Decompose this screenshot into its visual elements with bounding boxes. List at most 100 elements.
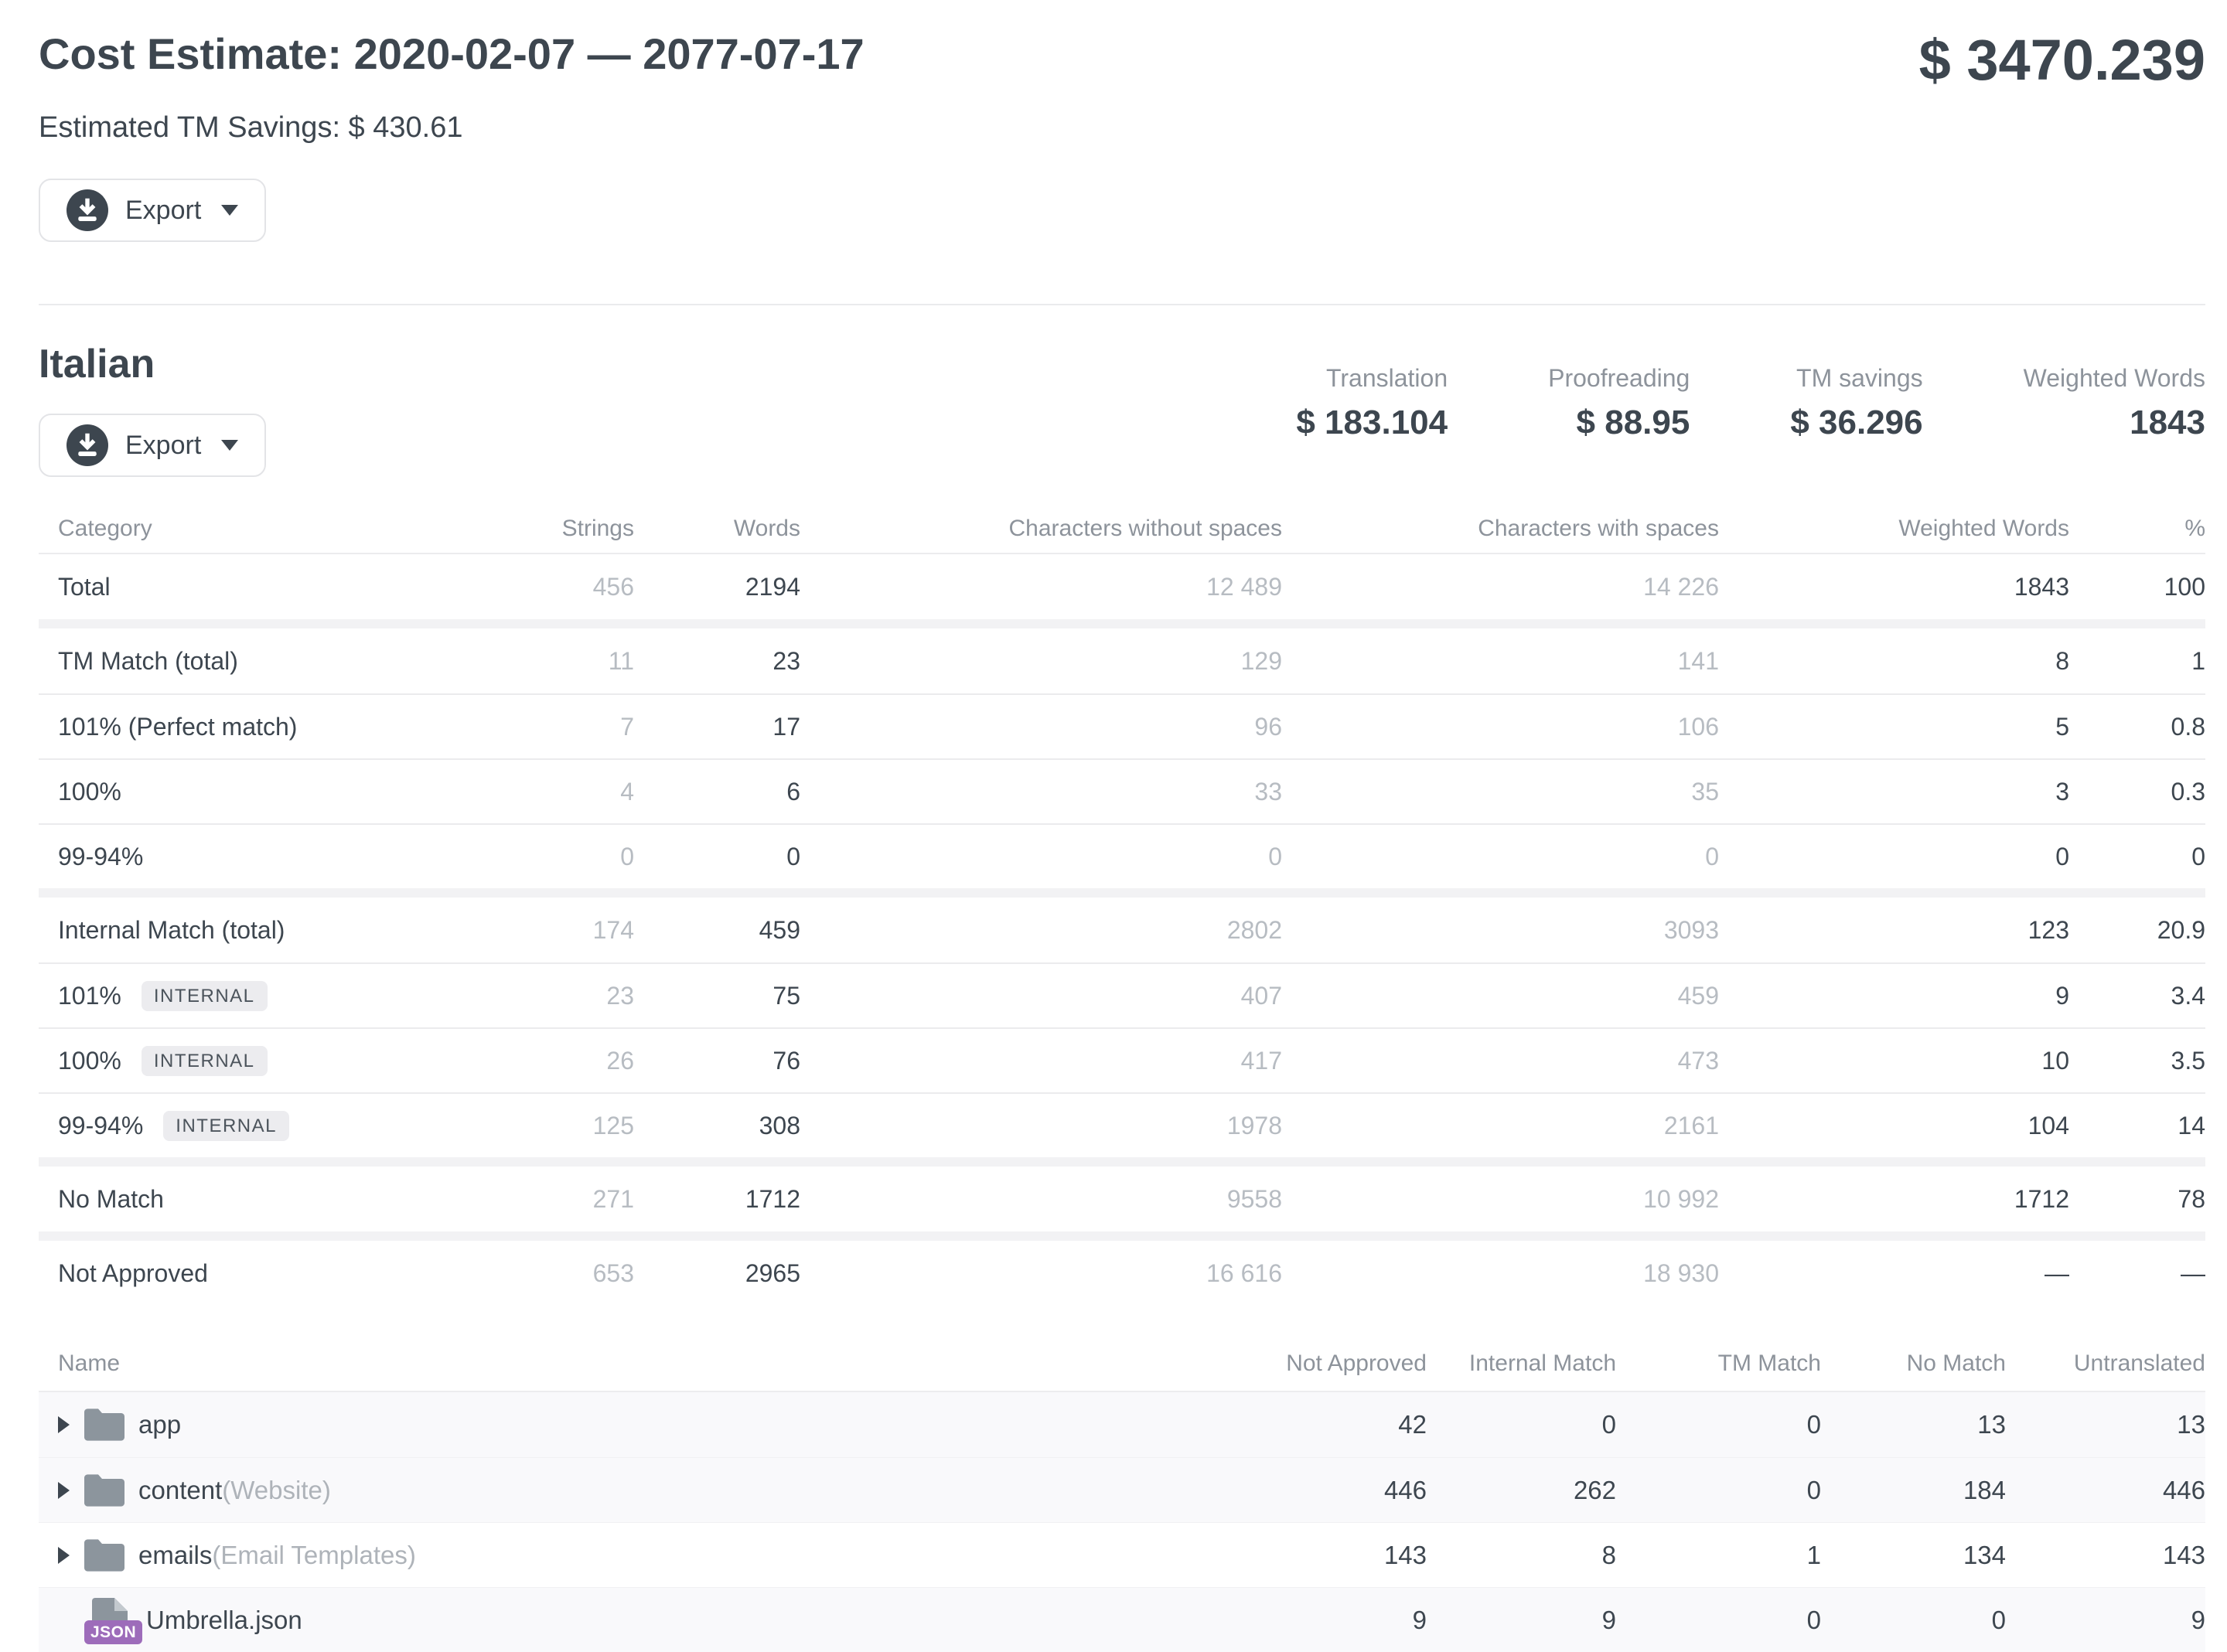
cell-words: 6	[634, 778, 800, 806]
cell-percent: 20.9	[2069, 916, 2205, 945]
cell-chars-with-spaces: 14 226	[1282, 573, 1719, 601]
cell-strings: 4	[425, 778, 634, 806]
table-row: 101%INTERNAL237540745993.4	[39, 962, 2205, 1027]
file-row[interactable]: JSONUmbrella.json99009	[39, 1587, 2205, 1652]
cell-strings: 174	[425, 916, 634, 945]
category-table: CategoryStringsWordsCharacters without s…	[39, 505, 2205, 1306]
category-table-header-row: CategoryStringsWordsCharacters without s…	[39, 505, 2205, 554]
category-cell: Internal Match (total)	[58, 916, 425, 945]
file-name-suffix: (Website)	[222, 1476, 331, 1505]
files-table: NameNot ApprovedInternal MatchTM MatchNo…	[39, 1337, 2205, 1652]
expand-caret-icon[interactable]	[58, 1416, 70, 1433]
category-label: 101%	[58, 982, 121, 1010]
stat-translation: Translation $ 183.104	[1296, 364, 1448, 442]
page-header: Cost Estimate: 2020-02-07 — 2077-07-17 $…	[39, 0, 2205, 91]
cell-strings: 23	[425, 982, 634, 1010]
table-row: 99-94%000000	[39, 823, 2205, 888]
cell-chars-with-spaces: 3093	[1282, 916, 1719, 945]
folder-icon	[84, 1538, 124, 1572]
expand-caret-icon[interactable]	[58, 1482, 70, 1499]
file-name: content	[138, 1476, 222, 1505]
file-cell-untranslated: 446	[2006, 1476, 2205, 1505]
cell-words: 2194	[634, 573, 800, 601]
cell-chars-without-spaces: 16 616	[800, 1259, 1282, 1288]
cell-chars-without-spaces: 1978	[800, 1112, 1282, 1140]
header-cell-untranslated: Untranslated	[2006, 1351, 2205, 1377]
category-label: Not Approved	[58, 1259, 208, 1288]
file-row[interactable]: app42001313	[39, 1392, 2205, 1457]
download-icon	[67, 424, 108, 466]
cell-weighted-words: 104	[1719, 1112, 2069, 1140]
cell-chars-with-spaces: 35	[1282, 778, 1719, 806]
cell-strings: 456	[425, 573, 634, 601]
category-label: 99-94%	[58, 843, 143, 871]
category-label: Internal Match (total)	[58, 916, 285, 945]
cell-chars-without-spaces: 33	[800, 778, 1282, 806]
cell-words: 17	[634, 713, 800, 741]
cell-strings: 653	[425, 1259, 634, 1288]
file-cell-not-approved: 42	[1195, 1410, 1427, 1439]
table-row: TM Match (total)112312914181	[39, 628, 2205, 693]
cell-words: 2965	[634, 1259, 800, 1288]
export-button-language[interactable]: Export	[39, 414, 266, 477]
download-icon	[67, 189, 108, 231]
table-row: Internal Match (total)174459280230931232…	[39, 898, 2205, 962]
cell-weighted-words: 123	[1719, 916, 2069, 945]
language-section-header: Italian Export Translation $ 183.104 Pro…	[39, 341, 2205, 477]
caret-down-icon	[221, 440, 238, 451]
export-button-top[interactable]: Export	[39, 179, 266, 242]
cell-percent: 78	[2069, 1185, 2205, 1214]
cell-strings: 271	[425, 1185, 634, 1214]
file-row[interactable]: content(Website)4462620184446	[39, 1457, 2205, 1522]
category-label: TM Match (total)	[58, 647, 238, 676]
file-cell-not-approved: 143	[1195, 1541, 1427, 1570]
file-row[interactable]: emails(Email Templates)14381134143	[39, 1522, 2205, 1587]
cell-percent: 0.8	[2069, 713, 2205, 741]
cell-weighted-words: 10	[1719, 1047, 2069, 1075]
cell-strings: 125	[425, 1112, 634, 1140]
file-cell-no-match: 184	[1821, 1476, 2006, 1505]
cell-words: 459	[634, 916, 800, 945]
cell-chars-with-spaces: 18 930	[1282, 1259, 1719, 1288]
table-row: No Match2711712955810 992171278	[39, 1167, 2205, 1231]
stat-label: Weighted Words	[2024, 364, 2205, 393]
file-name-cell: content(Website)	[58, 1473, 1195, 1507]
internal-badge: INTERNAL	[163, 1111, 289, 1141]
cell-strings: 26	[425, 1047, 634, 1075]
cell-chars-without-spaces: 129	[800, 647, 1282, 676]
cell-chars-with-spaces: 2161	[1282, 1112, 1719, 1140]
category-cell: Total	[58, 573, 425, 601]
file-name-suffix: (Email Templates)	[212, 1541, 415, 1570]
page-title: Cost Estimate: 2020-02-07 — 2077-07-17	[39, 29, 865, 79]
cell-chars-without-spaces: 96	[800, 713, 1282, 741]
cell-weighted-words: 8	[1719, 647, 2069, 676]
internal-badge: INTERNAL	[142, 1046, 268, 1076]
cell-percent: 3.4	[2069, 982, 2205, 1010]
header-cell-tm-match: TM Match	[1616, 1351, 1821, 1377]
cell-chars-without-spaces: 407	[800, 982, 1282, 1010]
cell-chars-without-spaces: 12 489	[800, 573, 1282, 601]
stat-proofreading: Proofreading $ 88.95	[1548, 364, 1690, 442]
file-name: app	[138, 1410, 181, 1439]
cell-percent: 0.3	[2069, 778, 2205, 806]
cell-percent: 3.5	[2069, 1047, 2205, 1075]
cell-strings: 7	[425, 713, 634, 741]
cell-weighted-words: 1843	[1719, 573, 2069, 601]
cell-percent: —	[2069, 1259, 2205, 1288]
group-separator	[39, 1231, 2205, 1241]
header-cell-chars-without-spaces: Characters without spaces	[800, 516, 1282, 542]
cell-chars-without-spaces: 417	[800, 1047, 1282, 1075]
internal-badge: INTERNAL	[142, 981, 268, 1011]
file-cell-internal-match: 0	[1427, 1410, 1616, 1439]
cell-chars-with-spaces: 473	[1282, 1047, 1719, 1075]
category-label: No Match	[58, 1185, 164, 1214]
header-cell-weighted-words: Weighted Words	[1719, 516, 2069, 542]
cell-words: 23	[634, 647, 800, 676]
caret-down-icon	[221, 205, 238, 216]
file-cell-untranslated: 143	[2006, 1541, 2205, 1570]
file-cell-tm-match: 0	[1616, 1476, 1821, 1505]
category-label: 99-94%	[58, 1112, 143, 1140]
category-cell: 101% (Perfect match)	[58, 713, 425, 741]
cell-weighted-words: 0	[1719, 843, 2069, 871]
expand-caret-icon[interactable]	[58, 1547, 70, 1564]
